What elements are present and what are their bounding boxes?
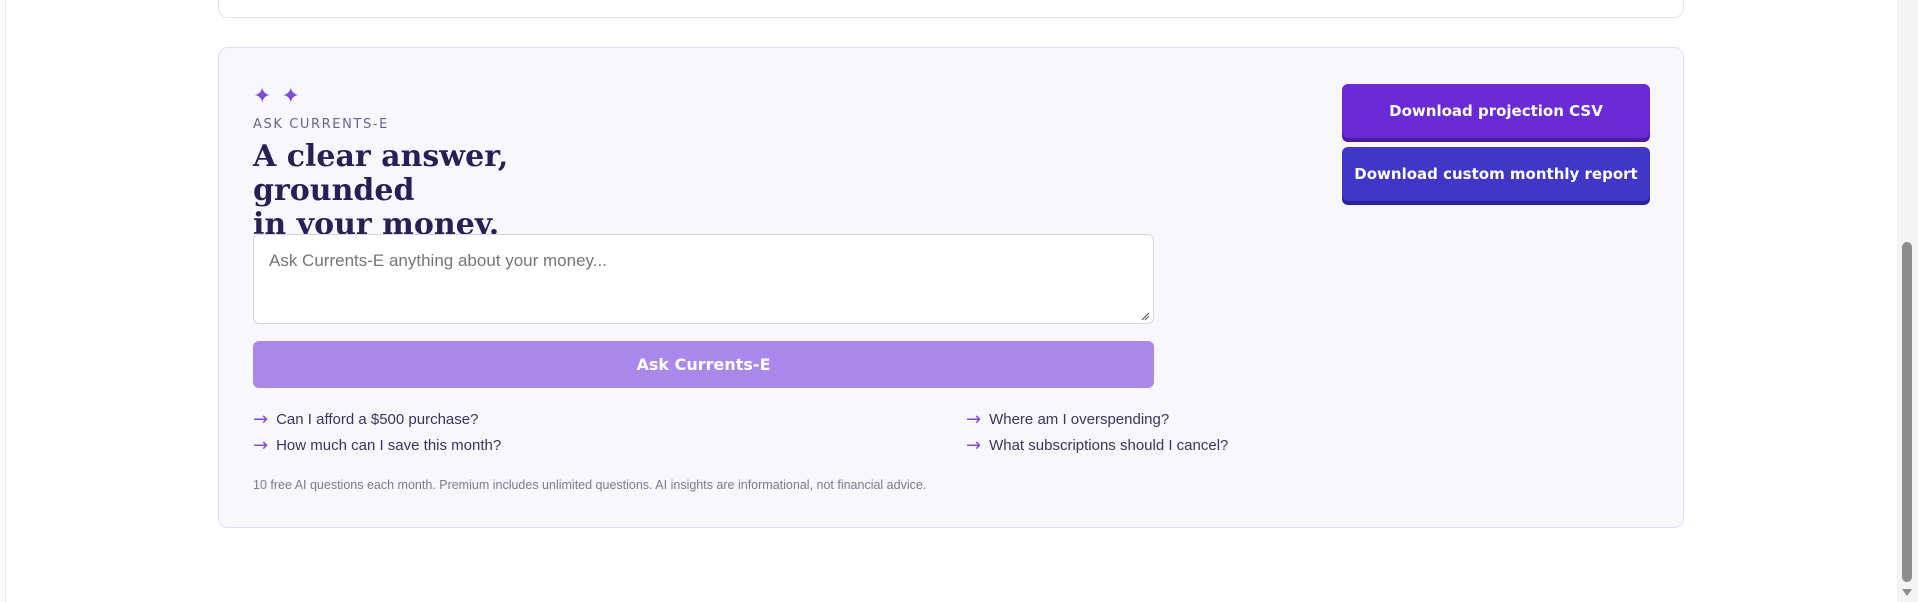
headline-line: A clear answer, grounded — [253, 139, 509, 208]
suggestion-link[interactable]: → How much can I save this month? — [253, 435, 501, 456]
suggestion-text: Can I afford a $500 purchase? — [276, 411, 479, 428]
arrow-right-icon: → — [253, 409, 269, 430]
sparkle-icon: ✦ — [253, 84, 272, 109]
previous-card-bottom — [218, 0, 1684, 18]
suggestion-text: What subscriptions should I cancel? — [989, 437, 1229, 454]
left-window-edge — [0, 0, 6, 602]
suggestion-text: How much can I save this month? — [276, 437, 502, 454]
ai-disclaimer: 10 free AI questions each month. Premium… — [253, 478, 927, 492]
arrow-right-icon: → — [253, 435, 269, 456]
download-monthly-report-button[interactable]: Download custom monthly report — [1342, 147, 1650, 201]
resize-handle-icon[interactable] — [1140, 311, 1150, 321]
scrollbar-thumb[interactable] — [1902, 242, 1912, 582]
vertical-scrollbar[interactable] — [1897, 0, 1918, 602]
suggestion-text: Where am I overspending? — [989, 411, 1170, 428]
panel-headline: A clear answer, grounded in your money. — [253, 140, 673, 242]
scroll-down-arrow-icon[interactable] — [1902, 589, 1912, 596]
suggestion-link[interactable]: → Where am I overspending? — [966, 409, 1169, 430]
arrow-right-icon: → — [966, 409, 982, 430]
suggestion-link[interactable]: → Can I afford a $500 purchase? — [253, 409, 478, 430]
sparkle-icon: ✦ — [281, 84, 300, 109]
sparkles-icon: ✦ ✦ — [253, 86, 300, 108]
eyebrow-label: ASK CURRENTS-E — [253, 117, 389, 132]
ask-currents-panel: ✦ ✦ ASK CURRENTS-E A clear answer, groun… — [218, 47, 1684, 528]
ask-submit-button[interactable]: Ask Currents-E — [253, 341, 1154, 388]
arrow-right-icon: → — [966, 435, 982, 456]
question-input[interactable] — [253, 234, 1154, 324]
suggestion-link[interactable]: → What subscriptions should I cancel? — [966, 435, 1228, 456]
download-projection-csv-button[interactable]: Download projection CSV — [1342, 84, 1650, 138]
